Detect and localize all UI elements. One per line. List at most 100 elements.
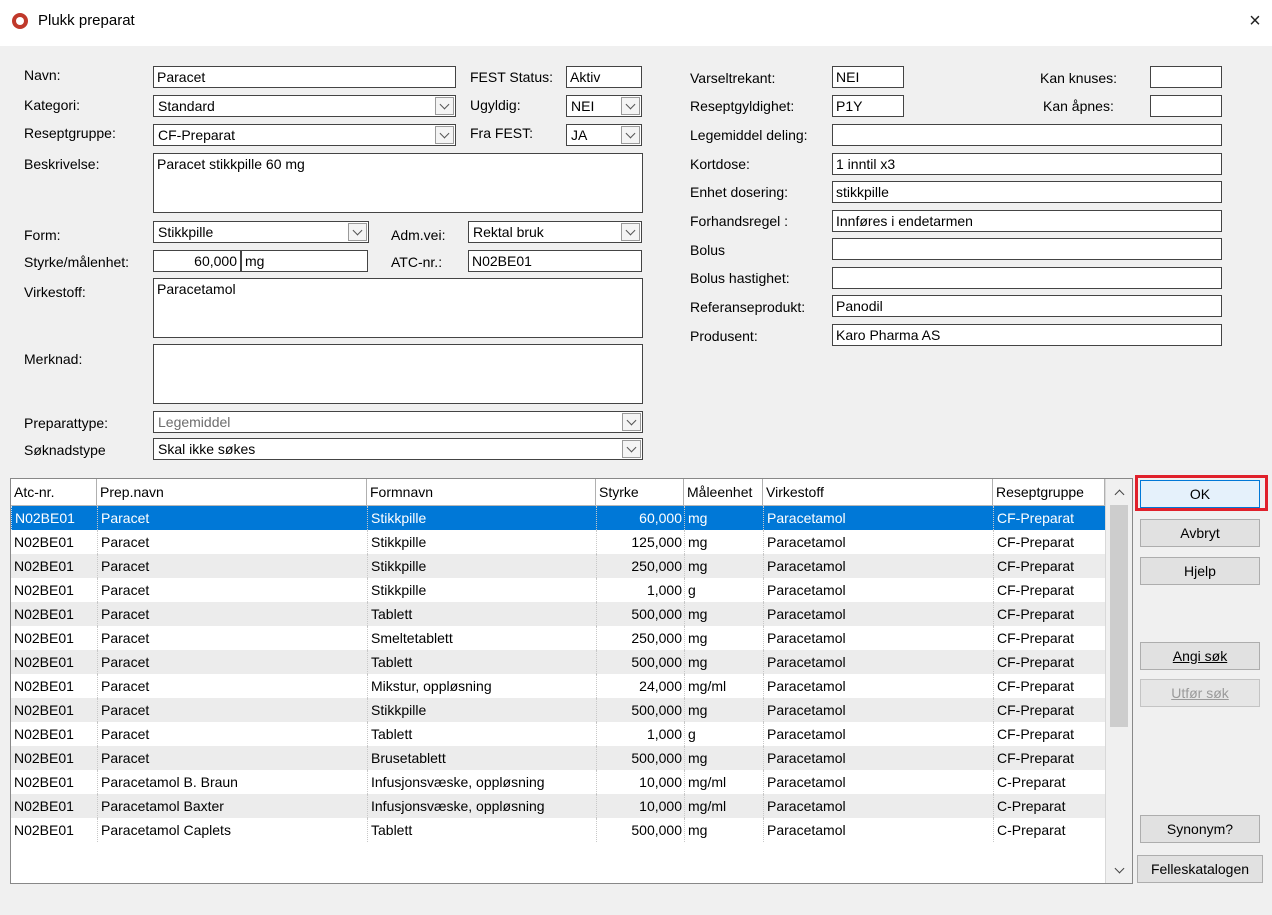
cell-atc-nr: N02BE01 xyxy=(14,630,74,646)
merknad-textarea[interactable] xyxy=(153,344,643,404)
header-col-styrke[interactable]: Styrke xyxy=(596,479,684,505)
hjelp-button[interactable]: Hjelp xyxy=(1140,557,1260,585)
results-table[interactable]: Atc-nr. Prep.navn Formnavn Styrke Måleenhet V… xyxy=(10,478,1133,884)
adm-vei-select[interactable]: Rektal bruk xyxy=(468,221,642,243)
header-col-maleenhet[interactable]: Måleenhet xyxy=(684,479,763,505)
forhandsregel-label: Forhandsregel : xyxy=(690,213,789,229)
table-row[interactable]: N02BE01 Paracet Brusetablett 500,000 mg Parac… xyxy=(11,746,1105,770)
cell-maleenhet: mg xyxy=(684,746,763,770)
reseptgyldighet-field: P1Y xyxy=(832,95,904,117)
angi-sok-button[interactable]: Angi søk xyxy=(1140,642,1260,670)
cell-atc-nr: N02BE01 xyxy=(11,506,97,530)
fest-status-field: Aktiv xyxy=(566,66,642,88)
cell-reseptgruppe: C-Preparat xyxy=(993,770,1105,794)
styrke-field[interactable]: 60,000 xyxy=(153,250,241,272)
soknadstype-label: Søknadstype xyxy=(24,442,106,458)
cell-styrke: 125,000 xyxy=(596,530,684,554)
chevron-down-icon[interactable] xyxy=(621,126,640,144)
scroll-thumb[interactable] xyxy=(1110,505,1128,727)
cell-virkestoff: Paracetamol xyxy=(763,722,993,746)
cell-virkestoff: Paracetamol xyxy=(763,554,993,578)
beskrivelse-textarea[interactable]: Paracet stikkpille 60 mg xyxy=(153,153,643,213)
table-row[interactable]: N02BE01 Paracet Tablett 500,000 mg Paracetamo… xyxy=(11,650,1105,674)
table-row[interactable]: N02BE01 Paracet Stikkpille 250,000 mg Paracet… xyxy=(11,554,1105,578)
header-col-reseptgruppe[interactable]: Reseptgruppe xyxy=(993,479,1105,505)
cell-styrke: 500,000 xyxy=(596,602,684,626)
table-row[interactable]: N02BE01 Paracet Tablett 500,000 mg Paracetamo… xyxy=(11,602,1105,626)
atc-field[interactable]: N02BE01 xyxy=(468,250,642,272)
table-row[interactable]: N02BE01 Paracet Smeltetablett 250,000 mg Para… xyxy=(11,626,1105,650)
kan-apnes-field xyxy=(1150,95,1222,117)
avbryt-button[interactable]: Avbryt xyxy=(1140,519,1260,547)
cell-virkestoff: Paracetamol xyxy=(763,626,993,650)
synonym-button[interactable]: Synonym? xyxy=(1140,815,1260,843)
cell-reseptgruppe: CF-Preparat xyxy=(993,626,1105,650)
maleenhet-field[interactable]: mg xyxy=(241,250,368,272)
cell-formnavn: Infusjonsvæske, oppløsning xyxy=(367,770,596,794)
scroll-up-icon[interactable] xyxy=(1106,481,1132,505)
cell-formnavn: Stikkpille xyxy=(367,554,596,578)
styrke-label: Styrke/målenhet: xyxy=(24,254,130,270)
soknadstype-select[interactable]: Skal ikke søkes xyxy=(153,438,643,460)
legemiddel-deling-label: Legemiddel deling: xyxy=(690,127,808,143)
header-col-virkestoff[interactable]: Virkestoff xyxy=(763,479,993,505)
table-row[interactable]: N02BE01 Paracet Stikkpille 60,000 mg Paraceta… xyxy=(11,506,1105,530)
close-icon[interactable]: × xyxy=(1244,9,1266,33)
cell-maleenhet: mg/ml xyxy=(684,794,763,818)
chevron-down-icon[interactable] xyxy=(622,440,641,458)
header-col-prep-navn[interactable]: Prep.navn xyxy=(97,479,367,505)
chevron-down-icon[interactable] xyxy=(348,223,367,241)
cell-atc-nr: N02BE01 xyxy=(14,534,74,550)
utfor-sok-label: Utfør søk xyxy=(1171,685,1229,701)
cell-formnavn: Stikkpille xyxy=(367,530,596,554)
cell-atc-nr: N02BE01 xyxy=(14,654,74,670)
cell-atc-nr: N02BE01 xyxy=(14,798,74,814)
chevron-down-icon[interactable] xyxy=(621,97,640,115)
cell-maleenhet: mg xyxy=(684,698,763,722)
table-row[interactable]: N02BE01 Paracet Mikstur, oppløsning 24,000 m… xyxy=(11,674,1105,698)
cell-atc-nr: N02BE01 xyxy=(14,750,74,766)
ok-button[interactable]: OK xyxy=(1140,480,1260,508)
kategori-select[interactable]: Standard xyxy=(153,95,456,117)
table-row[interactable]: N02BE01 Paracet Stikkpille 500,000 mg Paracet… xyxy=(11,698,1105,722)
utfor-sok-button: Utfør søk xyxy=(1140,679,1260,707)
table-row[interactable]: N02BE01 Paracet Tablett 1,000 g Paracetamol CF… xyxy=(11,722,1105,746)
cell-prep-navn: Paracet xyxy=(97,506,367,530)
referanseprodukt-field: Panodil xyxy=(832,295,1222,317)
cell-prep-navn: Paracet xyxy=(97,650,367,674)
chevron-down-icon[interactable] xyxy=(435,97,454,115)
virkestoff-textarea[interactable]: Paracetamol xyxy=(153,278,643,338)
cell-prep-navn: Paracet xyxy=(97,530,367,554)
table-row[interactable]: N02BE01 Paracet Stikkpille 1,000 g Paracetamo… xyxy=(11,578,1105,602)
navn-field[interactable]: Paracet xyxy=(153,66,456,88)
scroll-down-icon[interactable] xyxy=(1106,859,1132,883)
cell-formnavn: Stikkpille xyxy=(367,698,596,722)
header-col-atc-nr[interactable]: Atc-nr. xyxy=(11,479,97,505)
reseptgyldighet-label: Reseptgyldighet: xyxy=(690,98,795,114)
angi-sok-label: Angi søk xyxy=(1172,648,1228,664)
chevron-down-icon[interactable] xyxy=(621,223,640,241)
cell-styrke: 60,000 xyxy=(596,506,684,530)
produsent-label: Produsent: xyxy=(690,328,758,344)
enhet-dosering-field: stikkpille xyxy=(832,181,1222,203)
cell-styrke: 500,000 xyxy=(596,746,684,770)
cell-prep-navn: Paracet xyxy=(97,722,367,746)
kategori-label: Kategori: xyxy=(24,97,81,113)
cell-maleenhet: mg xyxy=(684,818,763,842)
table-row[interactable]: N02BE01 Paracetamol B. Braun Infusjonsvæsk… xyxy=(11,770,1105,794)
table-row[interactable]: N02BE01 Paracetamol Caplets Tablett 500,000… xyxy=(11,818,1105,842)
table-row[interactable]: N02BE01 Paracet Stikkpille 125,000 mg Paracet… xyxy=(11,530,1105,554)
header-col-formnavn[interactable]: Formnavn xyxy=(367,479,596,505)
chevron-down-icon[interactable] xyxy=(435,126,454,144)
felleskatalogen-button[interactable]: Felleskatalogen xyxy=(1137,855,1263,883)
form-select[interactable]: Stikkpille xyxy=(153,221,369,243)
fra-fest-value: JA xyxy=(571,127,588,143)
cell-prep-navn: Paracet xyxy=(97,626,367,650)
table-row[interactable]: N02BE01 Paracetamol Baxter Infusjonsvæske,… xyxy=(11,794,1105,818)
fra-fest-select[interactable]: JA xyxy=(566,124,642,146)
vertical-scrollbar[interactable] xyxy=(1105,479,1132,883)
ugyldig-select[interactable]: NEI xyxy=(566,95,642,117)
reseptgruppe-select[interactable]: CF-Preparat xyxy=(153,124,456,146)
adm-vei-label: Adm.vei: xyxy=(391,227,446,243)
cell-maleenhet: mg xyxy=(684,602,763,626)
